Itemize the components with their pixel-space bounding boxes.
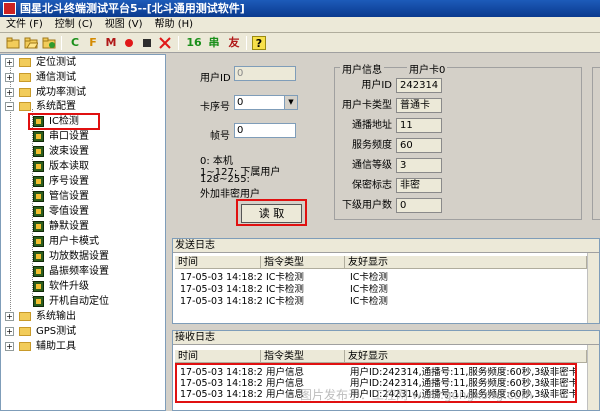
recv-log-scrollbar[interactable] (587, 345, 599, 410)
gear-icon (33, 266, 44, 277)
gear-icon (33, 251, 44, 262)
gear-icon (33, 191, 44, 202)
record-icon[interactable] (122, 36, 136, 50)
gear-icon (33, 236, 44, 247)
user-id-label: 用户ID (200, 73, 231, 84)
gear-icon (33, 176, 44, 187)
send-log-row-1-display[interactable]: IC卡检测 (347, 272, 587, 283)
close-icon[interactable] (158, 36, 172, 50)
field-label-broadcast: 通播地址 (352, 120, 392, 131)
toolbar-f-button[interactable]: F (86, 36, 100, 50)
recv-log-col-display[interactable]: 友好显示 (345, 350, 587, 363)
function-tree: + 定位测试 + 通信测试 + 成功率测试 − 系统配置 IC检测 串口设置 波束设置 … (0, 54, 166, 411)
frame-number-input[interactable]: 0 (234, 123, 296, 138)
send-log-row-1-time[interactable]: 17-05-03 14:18:25 (177, 272, 263, 283)
open-folder-icon[interactable] (24, 36, 39, 50)
note-line-4: 外加非密用户 (200, 189, 260, 200)
save-folder-icon[interactable] (42, 36, 56, 50)
toolbar-friend-button[interactable]: 友 (227, 36, 241, 50)
field-value-service-frequency: 60 (396, 138, 442, 153)
stop-icon[interactable] (140, 36, 154, 50)
send-log-scrollbar[interactable] (587, 253, 599, 323)
folder-icon (19, 342, 31, 351)
user-info-title: 用户信息 (340, 61, 384, 76)
send-log-title: 发送日志 (173, 239, 599, 253)
gear-icon (33, 131, 44, 142)
gear-icon (33, 161, 44, 172)
send-log-col-time[interactable]: 时间 (175, 256, 261, 269)
folder-icon (19, 88, 31, 97)
extra-group-edge (592, 67, 600, 220)
field-label-service-frequency: 服务频度 (352, 140, 392, 151)
send-log-row-2-time[interactable]: 17-05-03 14:18:24 (177, 284, 263, 295)
send-log-row-3-type[interactable]: IC卡检测 (263, 296, 345, 307)
folder-icon (19, 312, 31, 321)
window-title: 国星北斗终端测试平台5--[北斗通用测试软件] (20, 2, 245, 15)
field-label-user-id: 用户ID (361, 80, 392, 91)
menu-bar: 文件 (F) 控制 (C) 视图 (V) 帮助 (H) (0, 17, 600, 33)
menu-help[interactable]: 帮助 (H) (149, 17, 200, 33)
toolbar-m-button[interactable]: M (104, 36, 118, 50)
card-number-select[interactable]: 0 ▼ (234, 95, 298, 110)
folder-icon (19, 327, 31, 336)
recv-log-title: 接收日志 (173, 331, 599, 345)
folder-open-icon (19, 102, 31, 111)
watermark-text: 图片发布于：工控网 www.gongkong.com (300, 388, 533, 402)
send-log-panel: 发送日志 时间 指令类型 友好显示 17-05-03 14:18:25 IC卡检… (172, 238, 600, 324)
field-label-card-type: 用户卡类型 (342, 100, 392, 111)
field-value-comm-level: 3 (396, 158, 442, 173)
field-value-sub-users: 0 (396, 198, 442, 213)
menu-control[interactable]: 控制 (C) (49, 17, 99, 33)
send-log-row-1-type[interactable]: IC卡检测 (263, 272, 345, 283)
send-log-row-2-display[interactable]: IC卡检测 (347, 284, 587, 295)
toolbar: C F M 16 串 友 ? (0, 33, 600, 53)
gear-icon (33, 221, 44, 232)
field-value-secrecy: 非密 (396, 178, 442, 193)
chevron-down-icon[interactable]: ▼ (284, 96, 297, 109)
toolbar-16-button[interactable]: 16 (185, 36, 203, 50)
recv-log-col-time[interactable]: 时间 (175, 350, 261, 363)
send-log-row-3-display[interactable]: IC卡检测 (347, 296, 587, 307)
frame-number-label: 帧号 (210, 131, 230, 142)
menu-file[interactable]: 文件 (F) (0, 17, 49, 33)
field-value-card-type: 普通卡 (396, 98, 442, 113)
gear-icon (33, 206, 44, 217)
menu-view[interactable]: 视图 (V) (99, 17, 149, 33)
gear-icon (33, 296, 44, 307)
field-label-sub-users: 下级用户数 (342, 200, 392, 211)
highlight-ic-check (28, 113, 100, 130)
app-icon (3, 2, 16, 15)
field-value-user-id: 242314 (396, 78, 442, 93)
folder-icon (19, 58, 31, 67)
send-log-col-display[interactable]: 友好显示 (345, 256, 587, 269)
field-value-broadcast: 11 (396, 118, 442, 133)
window-title-bar[interactable]: 国星北斗终端测试平台5--[北斗通用测试软件] (0, 0, 600, 17)
send-log-row-2-type[interactable]: IC卡检测 (263, 284, 345, 295)
gear-icon (33, 146, 44, 157)
new-folder-icon[interactable] (6, 36, 20, 50)
user-card-title: 用户卡0 (407, 61, 448, 76)
folder-icon (19, 73, 31, 82)
gear-icon (33, 281, 44, 292)
card-number-label: 卡序号 (200, 102, 230, 113)
field-label-secrecy: 保密标志 (352, 180, 392, 191)
note-line-3: 128~255: (200, 174, 250, 185)
user-id-input[interactable]: 0 (234, 66, 296, 81)
send-log-col-type[interactable]: 指令类型 (261, 256, 345, 269)
toolbar-c-button[interactable]: C (68, 36, 82, 50)
recv-log-col-type[interactable]: 指令类型 (261, 350, 345, 363)
send-log-row-3-time[interactable]: 17-05-03 14:18:24 (177, 296, 263, 307)
help-icon[interactable]: ? (252, 36, 266, 50)
read-button[interactable]: 读 取 (241, 204, 302, 223)
field-label-comm-level: 通信等级 (352, 160, 392, 171)
toolbar-serial-button[interactable]: 串 (207, 36, 221, 50)
